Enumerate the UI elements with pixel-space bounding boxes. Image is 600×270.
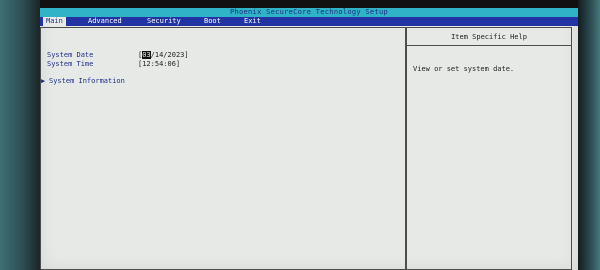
system-time-label: System Time [47,60,94,68]
date-month-cursor[interactable]: 03 [142,51,151,59]
system-information-submenu[interactable]: ▶ System Information [41,77,125,85]
monitor-bezel-top [0,0,600,8]
main-settings-panel: System Date [03/14/2023] System Time [12… [40,27,406,270]
system-date-label: System Date [47,51,94,59]
menu-item-advanced[interactable]: Advanced [85,17,125,26]
monitor-bezel-left [0,0,40,270]
monitor-bezel-right [578,0,600,270]
setup-title: Phoenix SecureCore Technology Setup [40,8,578,17]
menu-item-boot[interactable]: Boot [201,17,224,26]
menu-item-security[interactable]: Security [144,17,184,26]
submenu-label: System Information [49,77,125,85]
system-time-field[interactable]: [12:54:06] [138,60,180,68]
help-text: View or set system date. [413,65,515,73]
help-header: Item Specific Help [407,28,571,46]
submenu-arrow-icon: ▶ [41,77,46,85]
item-help-panel: Item Specific Help View or set system da… [406,27,572,270]
bios-screen: Phoenix SecureCore Technology Setup Main… [40,8,578,270]
menu-item-main[interactable]: Main [43,17,66,26]
system-date-field[interactable]: [03/14/2023] [138,51,189,59]
menu-bar: Main Advanced Security Boot Exit [40,17,578,26]
date-rest: /14/2023] [150,51,189,59]
menu-item-exit[interactable]: Exit [241,17,264,26]
